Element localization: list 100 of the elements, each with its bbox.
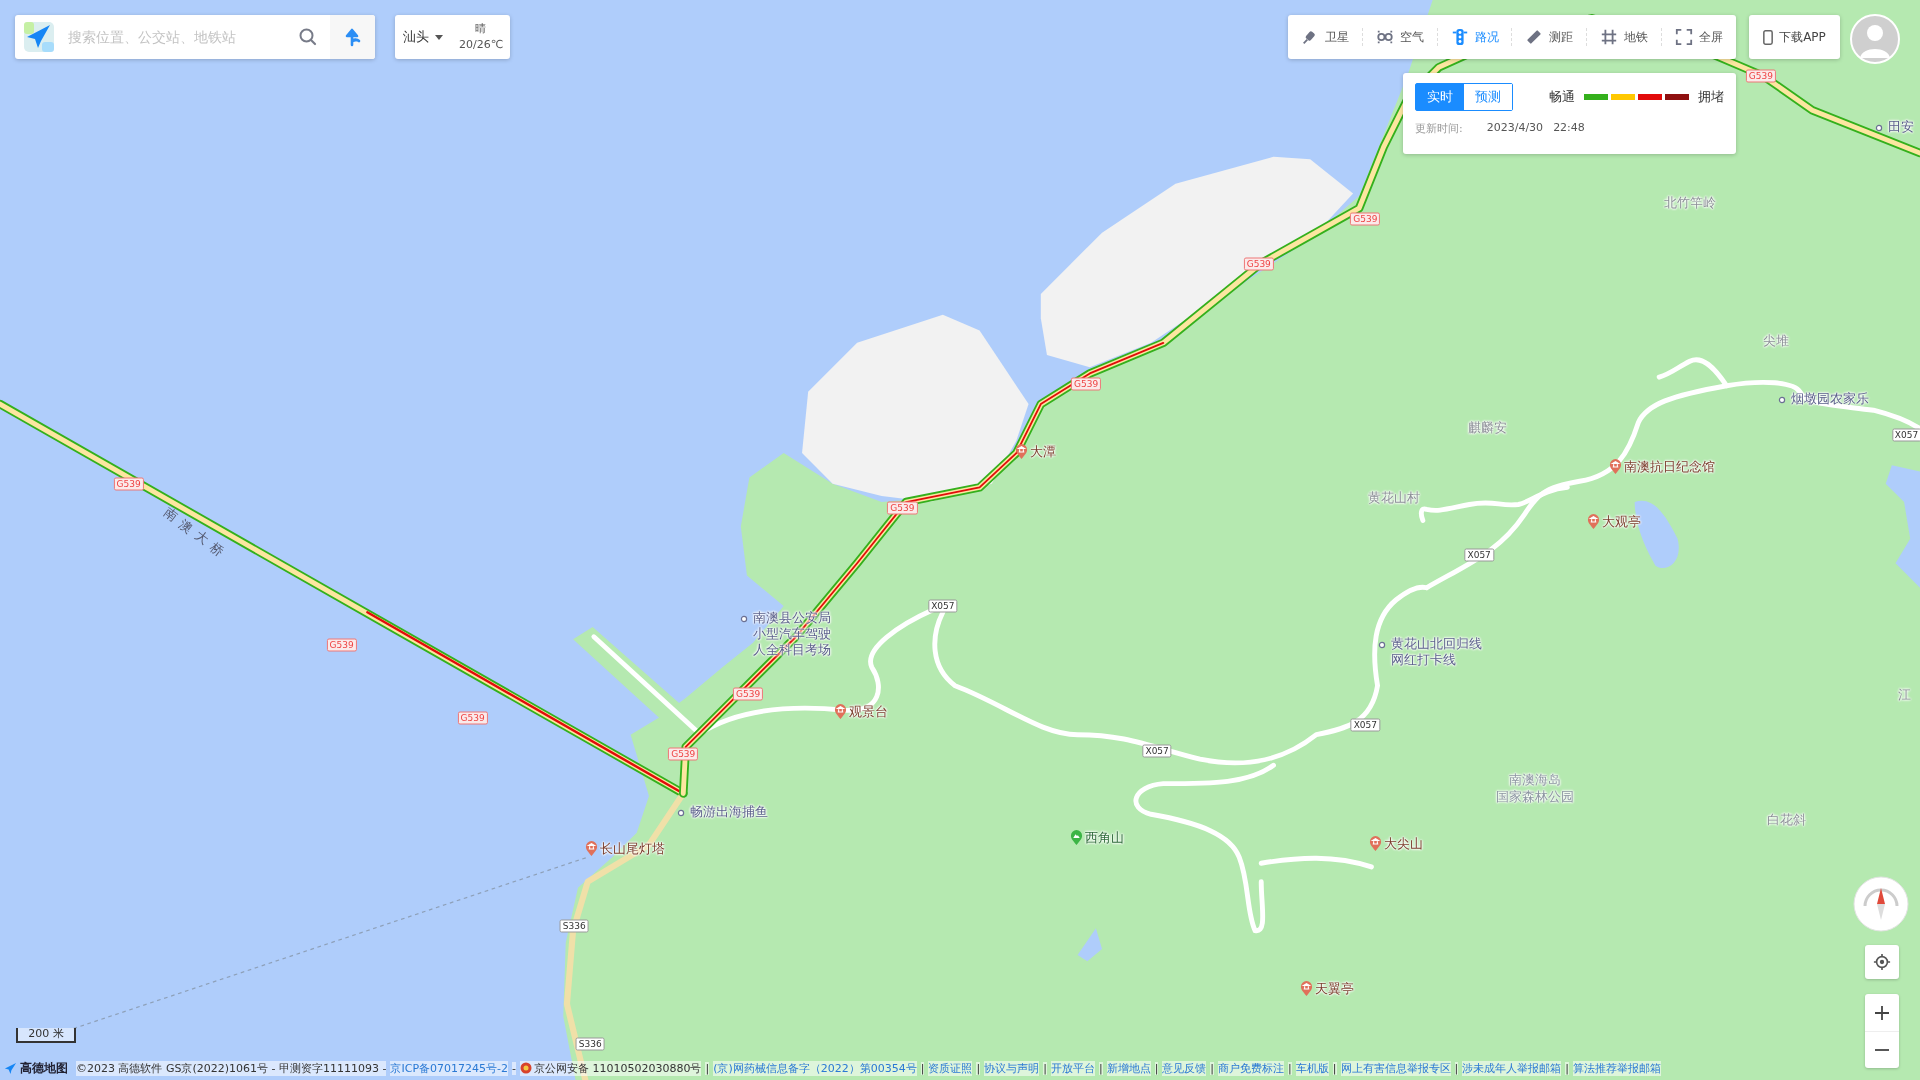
road-shield: X057: [1891, 428, 1920, 442]
footer-link[interactable]: 京ICP备07017245号-2: [390, 1060, 508, 1076]
phone-icon: [1763, 29, 1774, 45]
map-place-label[interactable]: 田安: [1887, 118, 1914, 135]
footer-link[interactable]: 网上有害信息举报专区: [1340, 1060, 1451, 1076]
subway-icon: [1600, 28, 1619, 46]
road-shield: S336: [559, 919, 589, 933]
map-place-label[interactable]: 尖堆: [1763, 333, 1790, 350]
map-place-label[interactable]: 黄花山村: [1367, 489, 1420, 506]
legend-start-label: 畅通: [1549, 88, 1575, 106]
road-shield: G539: [1243, 258, 1274, 271]
footer-text: |: [1565, 1061, 1569, 1075]
footer-link[interactable]: 新增地点: [1106, 1060, 1151, 1076]
map-pin-icon: [585, 840, 599, 858]
road-shield: X057: [1464, 548, 1494, 562]
road-shield: X057: [1350, 718, 1380, 732]
map-place-label[interactable]: 南澳海岛 国家森林公园: [1496, 771, 1575, 806]
compass-icon[interactable]: [1853, 876, 1909, 932]
map-place-label[interactable]: 西角山: [1085, 830, 1125, 847]
brand-logo: 高德地图: [4, 1059, 68, 1077]
footer-link[interactable]: 资质证照: [928, 1060, 973, 1076]
map-pin-icon: [833, 703, 847, 721]
toolbar-item[interactable]: 空气: [1371, 28, 1428, 46]
footer-link[interactable]: 算法推荐举报邮箱: [1572, 1060, 1661, 1076]
search-field[interactable]: 搜索位置、公交站、地铁站: [54, 15, 298, 59]
traffic-mode-tab[interactable]: 实时: [1416, 84, 1464, 110]
toolbar-item[interactable]: 路况: [1446, 28, 1503, 46]
road-shield: G539: [113, 477, 144, 491]
map-place-label[interactable]: 江: [1897, 686, 1911, 703]
download-app-button[interactable]: 下载APP: [1749, 15, 1840, 59]
map-place-label[interactable]: 烟墩园农家乐: [1790, 390, 1869, 407]
road-shield: X057: [928, 599, 958, 613]
update-time-label: 更新时间:: [1415, 121, 1463, 136]
poi-dot-icon: [739, 614, 748, 623]
police-badge-icon: [520, 1062, 532, 1074]
map-place-label[interactable]: 大潭: [1030, 444, 1057, 461]
map-place-label[interactable]: 畅游出海捕鱼: [690, 804, 769, 821]
crosshair-icon: [1873, 953, 1891, 971]
road-shield: G539: [1350, 212, 1381, 226]
footer-link[interactable]: 协议与声明: [984, 1060, 1040, 1076]
poi-dot-icon: [1874, 123, 1883, 132]
footer-text: |: [1454, 1061, 1459, 1075]
road-shield: G539: [668, 747, 699, 761]
police-record-link[interactable]: 京公网安备 11010502030880号: [520, 1060, 702, 1076]
temperature-range: 20/26℃: [458, 37, 503, 53]
map-place-label[interactable]: 大尖山: [1383, 836, 1423, 853]
toolbar-item[interactable]: 全屏: [1670, 28, 1727, 46]
traffic-icon: [1450, 28, 1469, 46]
update-time: 22:48: [1553, 121, 1585, 136]
toolbar-item[interactable]: 测距: [1521, 28, 1578, 46]
map-place-label[interactable]: 观景台: [848, 704, 888, 721]
paper-plane-logo-icon: [24, 22, 54, 52]
footer-link[interactable]: (京)网药械信息备字（2022）第00354号: [713, 1060, 917, 1076]
map-pin-icon: [1608, 458, 1622, 476]
map-place-label[interactable]: 天翼亭: [1315, 980, 1355, 997]
poi-dot-icon: [1777, 395, 1786, 404]
footer-link[interactable]: 商户免费标注: [1218, 1060, 1285, 1076]
road-shield: S336: [575, 1038, 605, 1051]
map-pin-icon: [1368, 835, 1382, 853]
toolbar-item[interactable]: 地铁: [1596, 28, 1653, 46]
search-input[interactable]: 搜索位置、公交站、地铁站: [66, 28, 298, 46]
plus-icon: [1874, 1004, 1890, 1021]
paper-plane-icon: [4, 1061, 17, 1075]
air-icon: [1375, 28, 1394, 46]
footer-text: |: [920, 1061, 925, 1075]
minus-icon: [1875, 1049, 1889, 1051]
footer-text: -: [512, 1061, 516, 1075]
footer-text: |: [1098, 1061, 1103, 1075]
search-icon[interactable]: [298, 27, 318, 47]
toolbar-item[interactable]: 卫星: [1296, 28, 1353, 46]
legend-end-label: 拥堵: [1698, 88, 1724, 106]
map-place-label[interactable]: 北竹竿岭: [1664, 194, 1717, 211]
map-pin-icon: [1300, 979, 1314, 997]
update-date: 2023/4/30: [1486, 121, 1544, 136]
road-shield: G539: [1745, 69, 1776, 83]
footer-text: |: [1332, 1061, 1337, 1075]
map-place-label[interactable]: 白花斜: [1766, 811, 1806, 828]
city-selector[interactable]: 汕头: [395, 28, 443, 46]
map-place-label[interactable]: 黄花山北回归线 网红打卡线: [1390, 635, 1482, 668]
map-place-label[interactable]: 长山尾灯塔: [600, 841, 666, 858]
map-pin-icon: [1015, 443, 1029, 461]
footer-text: |: [705, 1061, 710, 1075]
map-place-label[interactable]: 南澳抗日纪念馆: [1623, 459, 1715, 476]
map-place-label[interactable]: 大观亭: [1601, 514, 1641, 531]
footer-text: |: [976, 1061, 981, 1075]
lake: [1077, 928, 1103, 962]
map-place-label[interactable]: 麒麟安: [1468, 420, 1508, 436]
road-shield: G539: [326, 638, 357, 652]
locate-button[interactable]: [1865, 945, 1899, 979]
footer-link[interactable]: 涉未成年人举报邮箱: [1462, 1060, 1562, 1076]
footer-text: |: [1210, 1061, 1215, 1075]
road-shield: G539: [887, 501, 918, 515]
footer-text: |: [1043, 1061, 1047, 1075]
route-button[interactable]: [330, 15, 375, 59]
footer-link[interactable]: 车机版: [1295, 1060, 1329, 1076]
map-pin-icon: [1070, 829, 1084, 847]
footer-link[interactable]: 意见反馈: [1162, 1060, 1207, 1076]
fullscreen-icon: [1674, 28, 1693, 46]
footer-link[interactable]: 开放平台: [1050, 1060, 1095, 1076]
poi-dot-icon: [677, 809, 686, 818]
